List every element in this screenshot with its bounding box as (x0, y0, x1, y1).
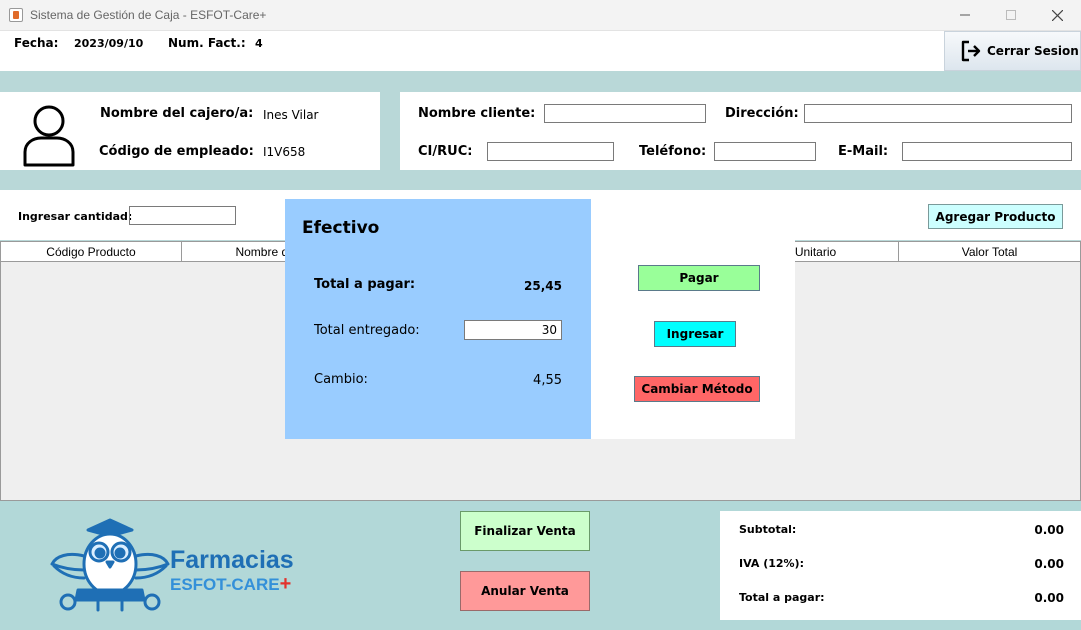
logo-plus: + (279, 573, 292, 595)
pay-button[interactable]: Pagar (638, 265, 760, 291)
iva-label: IVA (12%): (739, 557, 804, 570)
cashier-name-label: Nombre del cajero/a: (100, 106, 254, 121)
id-ruc-label: CI/RUC: (418, 144, 473, 159)
grand-total-label: Total a pagar: (739, 591, 825, 604)
phone-label: Teléfono: (639, 144, 707, 159)
maximize-button[interactable] (988, 0, 1034, 30)
payment-summary-panel: Efectivo Total a pagar: 25,45 Total entr… (285, 199, 591, 439)
add-product-button[interactable]: Agregar Producto (928, 204, 1063, 229)
address-field[interactable] (804, 104, 1072, 123)
change-method-button[interactable]: Cambiar Método (634, 376, 760, 402)
change-label: Cambio: (314, 372, 368, 387)
close-button[interactable] (1034, 0, 1080, 30)
client-panel: Nombre cliente: Dirección: CI/RUC: Teléf… (400, 92, 1081, 170)
email-label: E-Mail: (838, 144, 889, 159)
address-label: Dirección: (725, 106, 799, 121)
invoice-number-value: 4 (255, 37, 263, 50)
column-header-total[interactable]: Valor Total (899, 242, 1080, 262)
change-value: 4,55 (533, 373, 562, 388)
email-field[interactable] (902, 142, 1072, 161)
window-titlebar: Sistema de Gestión de Caja - ESFOT-Care+ (0, 0, 1081, 31)
pharmacy-logo: Farmacias ESFOT-CARE+ (48, 516, 308, 616)
close-icon (1051, 9, 1063, 21)
cashier-panel: Nombre del cajero/a: Ines Vilar Código d… (0, 92, 380, 170)
maximize-icon (1006, 10, 1016, 20)
logo-subtitle: ESFOT-CARE+ (170, 573, 291, 596)
finalize-sale-button[interactable]: Finalizar Venta (460, 511, 590, 551)
amount-due-value: 25,45 (524, 279, 562, 293)
column-header-code[interactable]: Código Producto (1, 242, 182, 262)
window-title: Sistema de Gestión de Caja - ESFOT-Care+ (30, 8, 267, 22)
minimize-icon (960, 14, 970, 16)
logout-button[interactable]: Cerrar Sesion (944, 31, 1081, 71)
date-label: Fecha: (14, 36, 59, 50)
iva-value: 0.00 (1034, 557, 1064, 571)
phone-field[interactable] (714, 142, 816, 161)
logo-title: Farmacias (170, 546, 294, 574)
subtotal-label: Subtotal: (739, 523, 797, 536)
id-ruc-field[interactable] (487, 142, 614, 161)
quantity-label: Ingresar cantidad: (18, 210, 133, 223)
cancel-sale-button[interactable]: Anular Venta (460, 571, 590, 611)
logout-icon (961, 40, 981, 62)
employee-code-label: Código de empleado: (99, 144, 254, 159)
owl-mascot-icon (50, 518, 170, 612)
totals-panel: Subtotal: 0.00 IVA (12%): 0.00 Total a p… (720, 511, 1081, 620)
cash-payment-dialog: Efectivo Total a pagar: 25,45 Total entr… (285, 199, 795, 439)
subtotal-value: 0.00 (1034, 523, 1064, 537)
dialog-title: Efectivo (302, 218, 380, 238)
amount-delivered-field[interactable]: 30 (464, 320, 562, 340)
employee-code-value: I1V658 (263, 145, 306, 159)
minimize-button[interactable] (942, 0, 988, 30)
client-name-label: Nombre cliente: (418, 106, 536, 121)
date-value: 2023/09/10 (74, 37, 144, 50)
cashier-name-value: Ines Vilar (263, 108, 319, 122)
quantity-field[interactable] (129, 206, 236, 225)
user-avatar-icon (23, 105, 75, 167)
logout-label: Cerrar Sesion (987, 44, 1079, 58)
java-app-icon (9, 8, 23, 22)
amount-due-label: Total a pagar: (314, 277, 416, 292)
invoice-header: Fecha: 2023/09/10 Num. Fact.: 4 (0, 31, 1081, 71)
grand-total-value: 0.00 (1034, 591, 1064, 605)
amount-delivered-label: Total entregado: (314, 323, 420, 338)
logo-brand: ESFOT-CARE (170, 575, 280, 594)
client-name-field[interactable] (544, 104, 706, 123)
invoice-number-label: Num. Fact.: (168, 36, 246, 50)
enter-amount-button[interactable]: Ingresar (654, 321, 736, 347)
